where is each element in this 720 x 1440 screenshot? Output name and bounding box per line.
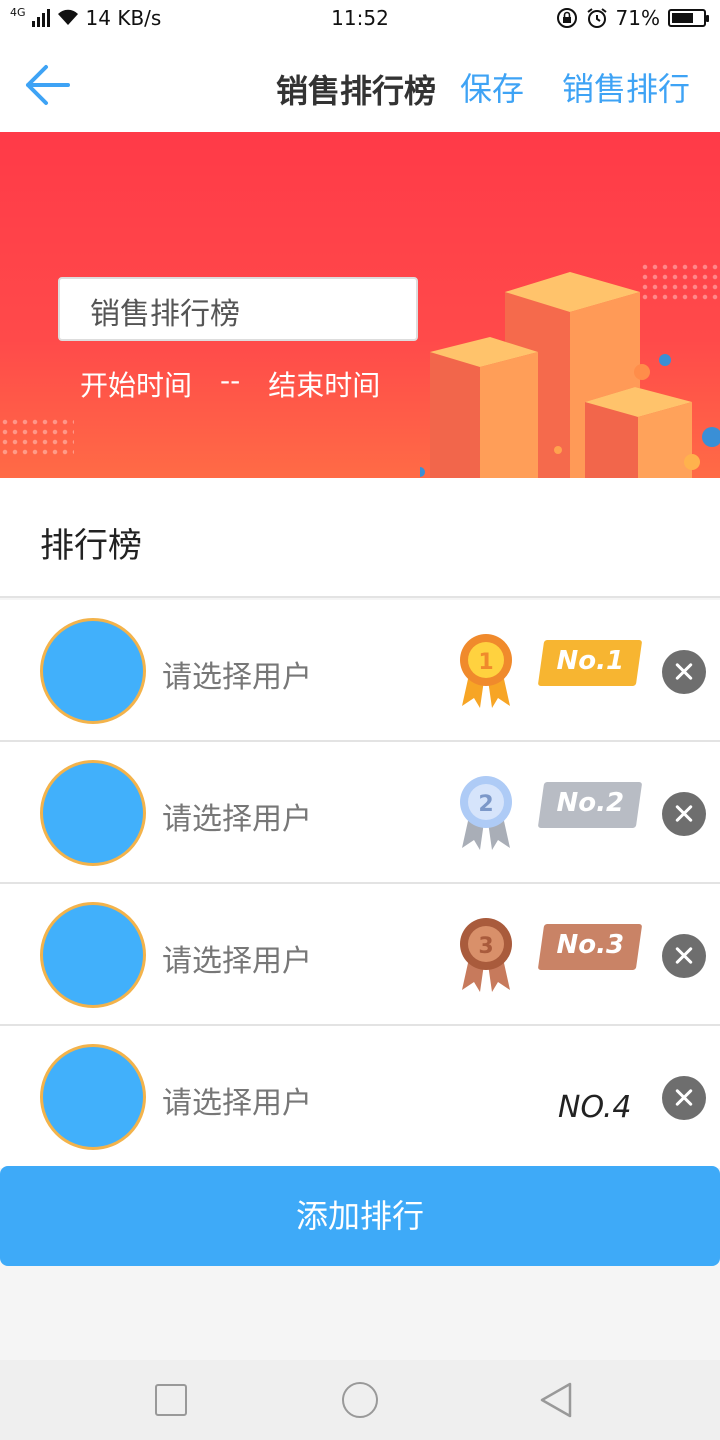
avatar[interactable] bbox=[40, 760, 146, 866]
bronze-medal-icon: 3 bbox=[460, 918, 512, 992]
rank-label: No.2 bbox=[556, 788, 625, 818]
select-user-label[interactable]: 请选择用户 bbox=[162, 652, 312, 696]
select-user-label[interactable]: 请选择用户 bbox=[162, 794, 312, 838]
back-arrow-icon[interactable] bbox=[24, 64, 72, 106]
section-title: 排行榜 bbox=[40, 526, 142, 566]
app-bar: 销售排行榜 保存 销售排行 bbox=[0, 38, 720, 132]
start-time-picker[interactable]: 开始时间 bbox=[80, 364, 192, 404]
recents-icon[interactable] bbox=[155, 1384, 187, 1416]
rank-label: No.1 bbox=[556, 646, 625, 676]
avatar[interactable] bbox=[40, 1044, 146, 1150]
system-nav-bar bbox=[0, 1360, 720, 1440]
time-range: 开始时间 -- 结束时间 bbox=[80, 364, 380, 404]
buildings-illustration bbox=[420, 272, 720, 478]
select-user-label[interactable]: 请选择用户 bbox=[162, 936, 312, 980]
svg-text:1: 1 bbox=[478, 650, 493, 675]
ranking-name-input[interactable]: 销售排行榜 bbox=[58, 277, 418, 341]
ranking-row: 请选择用户 2 No.2 bbox=[0, 742, 720, 884]
save-button[interactable]: 保存 bbox=[460, 64, 524, 110]
battery-icon bbox=[668, 9, 709, 27]
time-separator: -- bbox=[220, 364, 241, 397]
dots-decoration bbox=[0, 417, 74, 457]
alarm-icon bbox=[586, 8, 607, 28]
end-time-picker[interactable]: 结束时间 bbox=[268, 364, 380, 404]
back-icon[interactable] bbox=[538, 1380, 574, 1420]
rank-tag: No.3 bbox=[537, 924, 643, 970]
section-header: 排行榜 bbox=[0, 478, 720, 598]
gold-medal-icon: 1 bbox=[460, 634, 512, 708]
sales-ranking-button[interactable]: 销售排行 bbox=[562, 64, 690, 110]
remove-button[interactable] bbox=[662, 650, 706, 694]
select-user-label[interactable]: 请选择用户 bbox=[162, 1078, 312, 1122]
ranking-row: 请选择用户 NO.4 bbox=[0, 1026, 720, 1168]
rank-tag: No.1 bbox=[537, 640, 643, 686]
svg-text:2: 2 bbox=[478, 792, 493, 817]
rank-tag: No.2 bbox=[537, 782, 643, 828]
home-icon[interactable] bbox=[342, 1382, 378, 1418]
remove-button[interactable] bbox=[662, 1076, 706, 1120]
rank-label: No.3 bbox=[556, 930, 625, 960]
status-icons: 71% bbox=[556, 6, 709, 30]
battery-percent: 71% bbox=[615, 6, 660, 30]
status-bar: 4G 14 KB/s 11:52 71% bbox=[0, 0, 720, 38]
silver-medal-icon: 2 bbox=[460, 776, 512, 850]
avatar[interactable] bbox=[40, 618, 146, 724]
ranking-row: 请选择用户 1 No.1 bbox=[0, 600, 720, 742]
remove-button[interactable] bbox=[662, 934, 706, 978]
rank-label: NO.4 bbox=[558, 1090, 632, 1125]
remove-button[interactable] bbox=[662, 792, 706, 836]
rotation-lock-icon bbox=[556, 8, 577, 28]
add-ranking-button[interactable]: 添加排行 bbox=[0, 1166, 720, 1266]
svg-text:3: 3 bbox=[478, 934, 493, 959]
ranking-row: 请选择用户 3 No.3 bbox=[0, 884, 720, 1026]
banner: 销售排行榜 开始时间 -- 结束时间 bbox=[0, 132, 720, 478]
avatar[interactable] bbox=[40, 902, 146, 1008]
page-title: 销售排行榜 bbox=[276, 72, 437, 110]
